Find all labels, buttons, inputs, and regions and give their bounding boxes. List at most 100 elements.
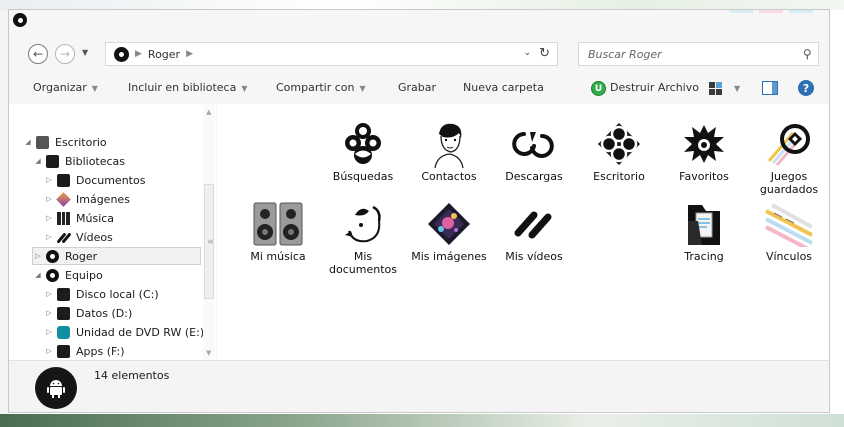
- item-label: Contactos: [421, 170, 477, 183]
- my-videos-icon: [504, 200, 564, 248]
- desktop-icon: [36, 135, 49, 149]
- tree-item-label: Apps (F:): [76, 344, 125, 358]
- collapsed-arrow-icon[interactable]: ▷: [33, 252, 43, 260]
- music-icon: [57, 211, 70, 225]
- desktop-folder-icon: [589, 120, 649, 168]
- command-bar: Organizar ▼ Incluir en biblioteca ▼ Compar…: [9, 76, 829, 100]
- breadcrumb-roger[interactable]: Roger: [148, 48, 180, 61]
- desktop-background-bottom: [0, 414, 844, 427]
- item-mis-imagenes[interactable]: Mis imágenes: [408, 200, 490, 263]
- help-icon[interactable]: ?: [798, 80, 814, 96]
- item-favoritos[interactable]: Favoritos: [663, 120, 745, 183]
- window-logo-icon[interactable]: [13, 13, 27, 27]
- item-escritorio[interactable]: Escritorio: [578, 120, 660, 183]
- chevron-down-icon[interactable]: ⌄: [523, 48, 531, 58]
- android-icon: [35, 367, 77, 409]
- item-descargas[interactable]: Descargas: [493, 120, 575, 183]
- address-bar[interactable]: ▶ Roger ▶ ⌄ ↻: [105, 42, 558, 66]
- tree-item-label: Datos (D:): [76, 306, 133, 320]
- change-view-icon[interactable]: [709, 82, 722, 95]
- collapsed-arrow-icon[interactable]: ▷: [44, 290, 54, 298]
- scroll-up-arrow-icon[interactable]: ▲: [206, 108, 211, 116]
- item-tracing[interactable]: Tracing: [663, 200, 745, 263]
- window-caption-decoration: [729, 10, 813, 13]
- tree-item-label: Escritorio: [55, 135, 107, 149]
- organize-menu[interactable]: Organizar ▼: [33, 81, 98, 94]
- back-button[interactable]: ←: [28, 44, 48, 64]
- tree-item-documentos[interactable]: ▷ Documentos: [44, 171, 145, 189]
- item-label: Favoritos: [679, 170, 729, 183]
- item-label: Tracing: [684, 250, 724, 263]
- item-mi-musica[interactable]: Mi música: [237, 200, 319, 263]
- collapsed-arrow-icon[interactable]: ▷: [44, 176, 54, 184]
- preview-pane-icon[interactable]: [762, 81, 778, 95]
- tree-item-equipo[interactable]: ◢ Equipo: [33, 266, 103, 284]
- tree-item-roger[interactable]: ▷ Roger: [32, 247, 201, 265]
- data-drive-icon: [57, 306, 70, 320]
- item-label: Búsquedas: [332, 170, 394, 183]
- pictures-icon: [56, 191, 71, 207]
- destroy-file-button[interactable]: Destruir Archivo: [610, 81, 699, 94]
- expand-arrow-icon[interactable]: ◢: [33, 157, 43, 165]
- collapsed-arrow-icon[interactable]: ▷: [44, 309, 54, 317]
- tree-item-dvd[interactable]: ▷ Unidad de DVD RW (E:): [44, 323, 204, 341]
- expand-arrow-icon[interactable]: ◢: [33, 271, 43, 279]
- view-options-dropdown[interactable]: ▼: [734, 84, 740, 93]
- burn-label: Grabar: [398, 81, 437, 94]
- collapsed-arrow-icon[interactable]: ▷: [44, 347, 54, 355]
- favorites-icon: [674, 120, 734, 168]
- expand-arrow-icon[interactable]: ◢: [23, 138, 33, 146]
- collapsed-arrow-icon[interactable]: ▷: [44, 233, 54, 241]
- refresh-icon[interactable]: ↻: [539, 46, 550, 61]
- destroy-file-icon[interactable]: U: [591, 81, 606, 96]
- item-contactos[interactable]: Contactos: [408, 120, 490, 183]
- item-busquedas[interactable]: Búsquedas: [322, 120, 404, 183]
- forward-button[interactable]: →: [55, 44, 75, 64]
- collapsed-arrow-icon[interactable]: ▷: [44, 195, 54, 203]
- tree-item-musica[interactable]: ▷ Música: [44, 209, 114, 227]
- item-label: Mis documentos: [329, 250, 397, 276]
- search-input[interactable]: [588, 47, 788, 61]
- burn-button[interactable]: Grabar: [398, 81, 436, 94]
- item-mis-videos[interactable]: Mis vídeos: [493, 200, 575, 263]
- contacts-icon: [419, 120, 479, 168]
- share-with-menu[interactable]: Compartir con ▼: [276, 81, 366, 94]
- downloads-icon: [504, 120, 564, 168]
- item-label: Mis imágenes: [411, 250, 487, 263]
- tree-item-videos[interactable]: ▷ Vídeos: [44, 228, 113, 246]
- chevron-down-icon: ▼: [359, 84, 366, 93]
- chevron-down-icon: ▼: [241, 84, 248, 93]
- tree-item-label: Equipo: [65, 268, 103, 282]
- collapsed-arrow-icon[interactable]: ▷: [44, 214, 54, 222]
- item-vinculos[interactable]: Vínculos: [748, 200, 830, 263]
- tree-item-disco-local[interactable]: ▷ Disco local (C:): [44, 285, 159, 303]
- item-juegos-guardados[interactable]: Juegos guardados: [748, 120, 830, 196]
- tree-item-apps[interactable]: ▷ Apps (F:): [44, 342, 124, 360]
- chevron-right-icon[interactable]: ▶: [186, 49, 193, 59]
- tree-item-label: Documentos: [76, 173, 146, 187]
- collapsed-arrow-icon[interactable]: ▷: [44, 328, 54, 336]
- navigation-scrollbar[interactable]: ▲ ≡ ▼: [203, 104, 215, 360]
- saved-games-icon: [759, 120, 819, 168]
- desktop-background-left: [0, 10, 8, 414]
- tree-item-bibliotecas[interactable]: ◢ Bibliotecas: [33, 152, 125, 170]
- new-folder-button[interactable]: Nueva carpeta: [463, 81, 544, 94]
- tree-item-imagenes[interactable]: ▷ Imágenes: [44, 190, 130, 208]
- chevron-right-icon[interactable]: ▶: [135, 49, 142, 59]
- tree-item-escritorio[interactable]: ◢ Escritorio: [23, 133, 107, 151]
- tree-item-datos[interactable]: ▷ Datos (D:): [44, 304, 132, 322]
- apps-drive-icon: [57, 344, 70, 358]
- search-icon[interactable]: ⚲: [803, 47, 812, 61]
- search-box[interactable]: ⚲: [578, 42, 819, 66]
- include-in-library-menu[interactable]: Incluir en biblioteca ▼: [128, 81, 248, 94]
- recent-locations-dropdown[interactable]: ▼: [82, 48, 88, 57]
- item-label: Mis vídeos: [505, 250, 563, 263]
- scrollbar-grip-icon: ≡: [207, 237, 214, 246]
- scroll-down-arrow-icon[interactable]: ▼: [206, 349, 211, 357]
- my-pictures-icon: [419, 200, 479, 248]
- item-label: Escritorio: [593, 170, 645, 183]
- videos-icon: [57, 231, 70, 244]
- scrollbar-thumb[interactable]: ≡: [204, 184, 214, 299]
- item-mis-documentos[interactable]: Mis documentos: [322, 200, 404, 276]
- navigation-pane: ◢ Escritorio ◢ Bibliotecas ▷ Documentos …: [9, 104, 216, 360]
